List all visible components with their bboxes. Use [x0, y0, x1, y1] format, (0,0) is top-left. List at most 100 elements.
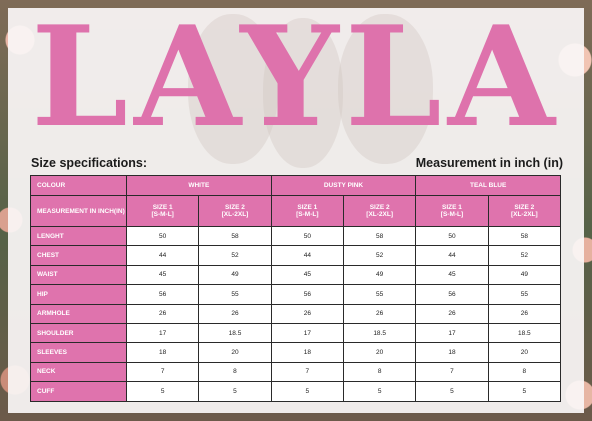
table-row: CUFF 5 5 5 5 5 5 — [30, 381, 562, 402]
table-row: LENGHT 50 58 50 58 50 58 — [30, 225, 562, 247]
size-header: SIZE 1 [S-M-L] — [415, 195, 489, 227]
measurement-cell: 5 — [342, 381, 417, 402]
brand-title: LAYLA — [31, 0, 561, 158]
measurement-cell: 8 — [198, 361, 272, 383]
measurement-label: MEASUREMENT IN INCH(IN) — [30, 195, 127, 227]
row-label: ARMHOLE — [30, 303, 127, 324]
size-header: SIZE 2 [XL-2XL] — [487, 195, 562, 227]
size-range: [S-M-L] — [440, 211, 464, 218]
measurement-cell: 49 — [342, 264, 417, 286]
row-label: SLEEVES — [30, 342, 127, 363]
size-range: [XL-2XL] — [221, 211, 249, 218]
table-row: SHOULDER 17 18.5 17 18.5 17 18.5 — [30, 322, 562, 344]
colour-header: DUSTY PINK — [270, 175, 417, 196]
size-header: SIZE 1 [S-M-L] — [270, 195, 344, 227]
measurement-cell: 55 — [198, 284, 272, 305]
size-range: [S-M-L] — [151, 211, 174, 218]
size-name: SIZE 2 — [514, 204, 535, 211]
size-chart-table: COLOUR WHITE DUSTY PINK TEAL BLUE MEASUR… — [30, 175, 562, 402]
measurement-cell: 8 — [487, 361, 562, 383]
measurement-cell: 17 — [270, 322, 344, 344]
measurement-cell: 56 — [125, 284, 200, 305]
measurement-cell: 18.5 — [342, 322, 417, 344]
table-row: CHEST 44 52 44 52 44 52 — [30, 245, 562, 266]
measurement-cell: 18.5 — [487, 322, 562, 344]
measurement-cell: 5 — [270, 381, 344, 402]
measurement-cell: 26 — [198, 303, 272, 324]
colour-row: COLOUR WHITE DUSTY PINK TEAL BLUE — [30, 175, 561, 196]
measurement-cell: 18 — [415, 342, 489, 363]
size-range: [S-M-L] — [296, 211, 319, 218]
measurement-cell: 45 — [270, 264, 344, 286]
measurement-cell: 17 — [125, 322, 200, 344]
colour-header: WHITE — [126, 175, 272, 196]
size-row: MEASUREMENT IN INCH(IN) SIZE 1 [S-M-L] SI… — [30, 195, 562, 227]
colour-label: COLOUR — [30, 175, 127, 196]
size-range: [XL-2XL] — [510, 211, 538, 218]
measurement-cell: 44 — [125, 245, 200, 266]
measurement-cell: 49 — [198, 264, 272, 286]
measurement-cell: 50 — [270, 225, 344, 247]
measurement-cell: 5 — [487, 381, 562, 402]
measurement-cell: 5 — [415, 381, 489, 402]
size-specifications-heading: Size specifications: — [31, 156, 148, 170]
size-name: SIZE 2 — [225, 204, 245, 211]
measurement-cell: 52 — [342, 245, 417, 266]
measurement-cell: 49 — [487, 264, 562, 286]
measurement-cell: 5 — [125, 381, 200, 402]
measurement-cell: 45 — [415, 264, 489, 286]
row-label: WAIST — [30, 264, 127, 286]
row-label: HIP — [30, 284, 127, 305]
measurement-cell: 7 — [415, 361, 489, 383]
measurement-cell: 17 — [415, 322, 489, 344]
measurement-cell: 56 — [270, 284, 344, 305]
table-row: SLEEVES 18 20 18 20 18 20 — [30, 342, 562, 363]
measurement-cell: 18.5 — [198, 322, 272, 344]
colour-header: TEAL BLUE — [415, 175, 561, 196]
size-name: SIZE 1 — [442, 204, 462, 211]
row-label: LENGHT — [30, 225, 127, 247]
measurement-cell: 52 — [198, 245, 272, 266]
measurement-cell: 44 — [415, 245, 489, 266]
measurement-cell: 50 — [415, 225, 489, 247]
measurement-cell: 8 — [342, 361, 417, 383]
measurement-cell: 52 — [487, 245, 562, 266]
measurement-cell: 58 — [198, 225, 272, 247]
measurement-unit-heading: Measurement in inch (in) — [415, 156, 563, 170]
measurement-cell: 26 — [342, 303, 417, 324]
size-name: SIZE 2 — [369, 204, 390, 211]
measurement-cell: 58 — [487, 225, 562, 247]
row-label: CHEST — [30, 245, 127, 266]
measurement-cell: 20 — [487, 342, 562, 363]
size-header: SIZE 1 [S-M-L] — [125, 195, 200, 227]
table-row: ARMHOLE 26 26 26 26 26 26 — [30, 303, 562, 324]
measurement-cell: 18 — [125, 342, 200, 363]
measurement-cell: 56 — [415, 284, 489, 305]
measurement-cell: 7 — [125, 361, 200, 383]
size-name: SIZE 1 — [152, 204, 173, 211]
table-row: WAIST 45 49 45 49 45 49 — [30, 264, 562, 286]
size-name: SIZE 1 — [297, 204, 318, 211]
row-label: NECK — [30, 361, 127, 383]
size-range: [XL-2XL] — [366, 211, 394, 218]
size-header: SIZE 2 [XL-2XL] — [342, 195, 417, 227]
table-row: HIP 56 55 56 55 56 55 — [30, 284, 562, 305]
measurement-cell: 26 — [125, 303, 200, 324]
measurement-cell: 7 — [270, 361, 344, 383]
measurement-cell: 55 — [342, 284, 417, 305]
measurement-cell: 18 — [270, 342, 344, 363]
measurement-cell: 26 — [487, 303, 562, 324]
measurement-cell: 20 — [342, 342, 417, 363]
measurement-cell: 26 — [270, 303, 344, 324]
measurement-cell: 45 — [125, 264, 200, 286]
table-row: NECK 7 8 7 8 7 8 — [30, 361, 562, 383]
row-label: CUFF — [30, 381, 127, 402]
measurement-cell: 26 — [415, 303, 489, 324]
measurement-cell: 20 — [198, 342, 272, 363]
measurement-cell: 50 — [125, 225, 200, 247]
size-header: SIZE 2 [XL-2XL] — [198, 195, 272, 227]
measurement-cell: 44 — [270, 245, 344, 266]
measurement-cell: 5 — [198, 381, 272, 402]
measurement-cell: 55 — [487, 284, 562, 305]
measurement-cell: 58 — [342, 225, 417, 247]
